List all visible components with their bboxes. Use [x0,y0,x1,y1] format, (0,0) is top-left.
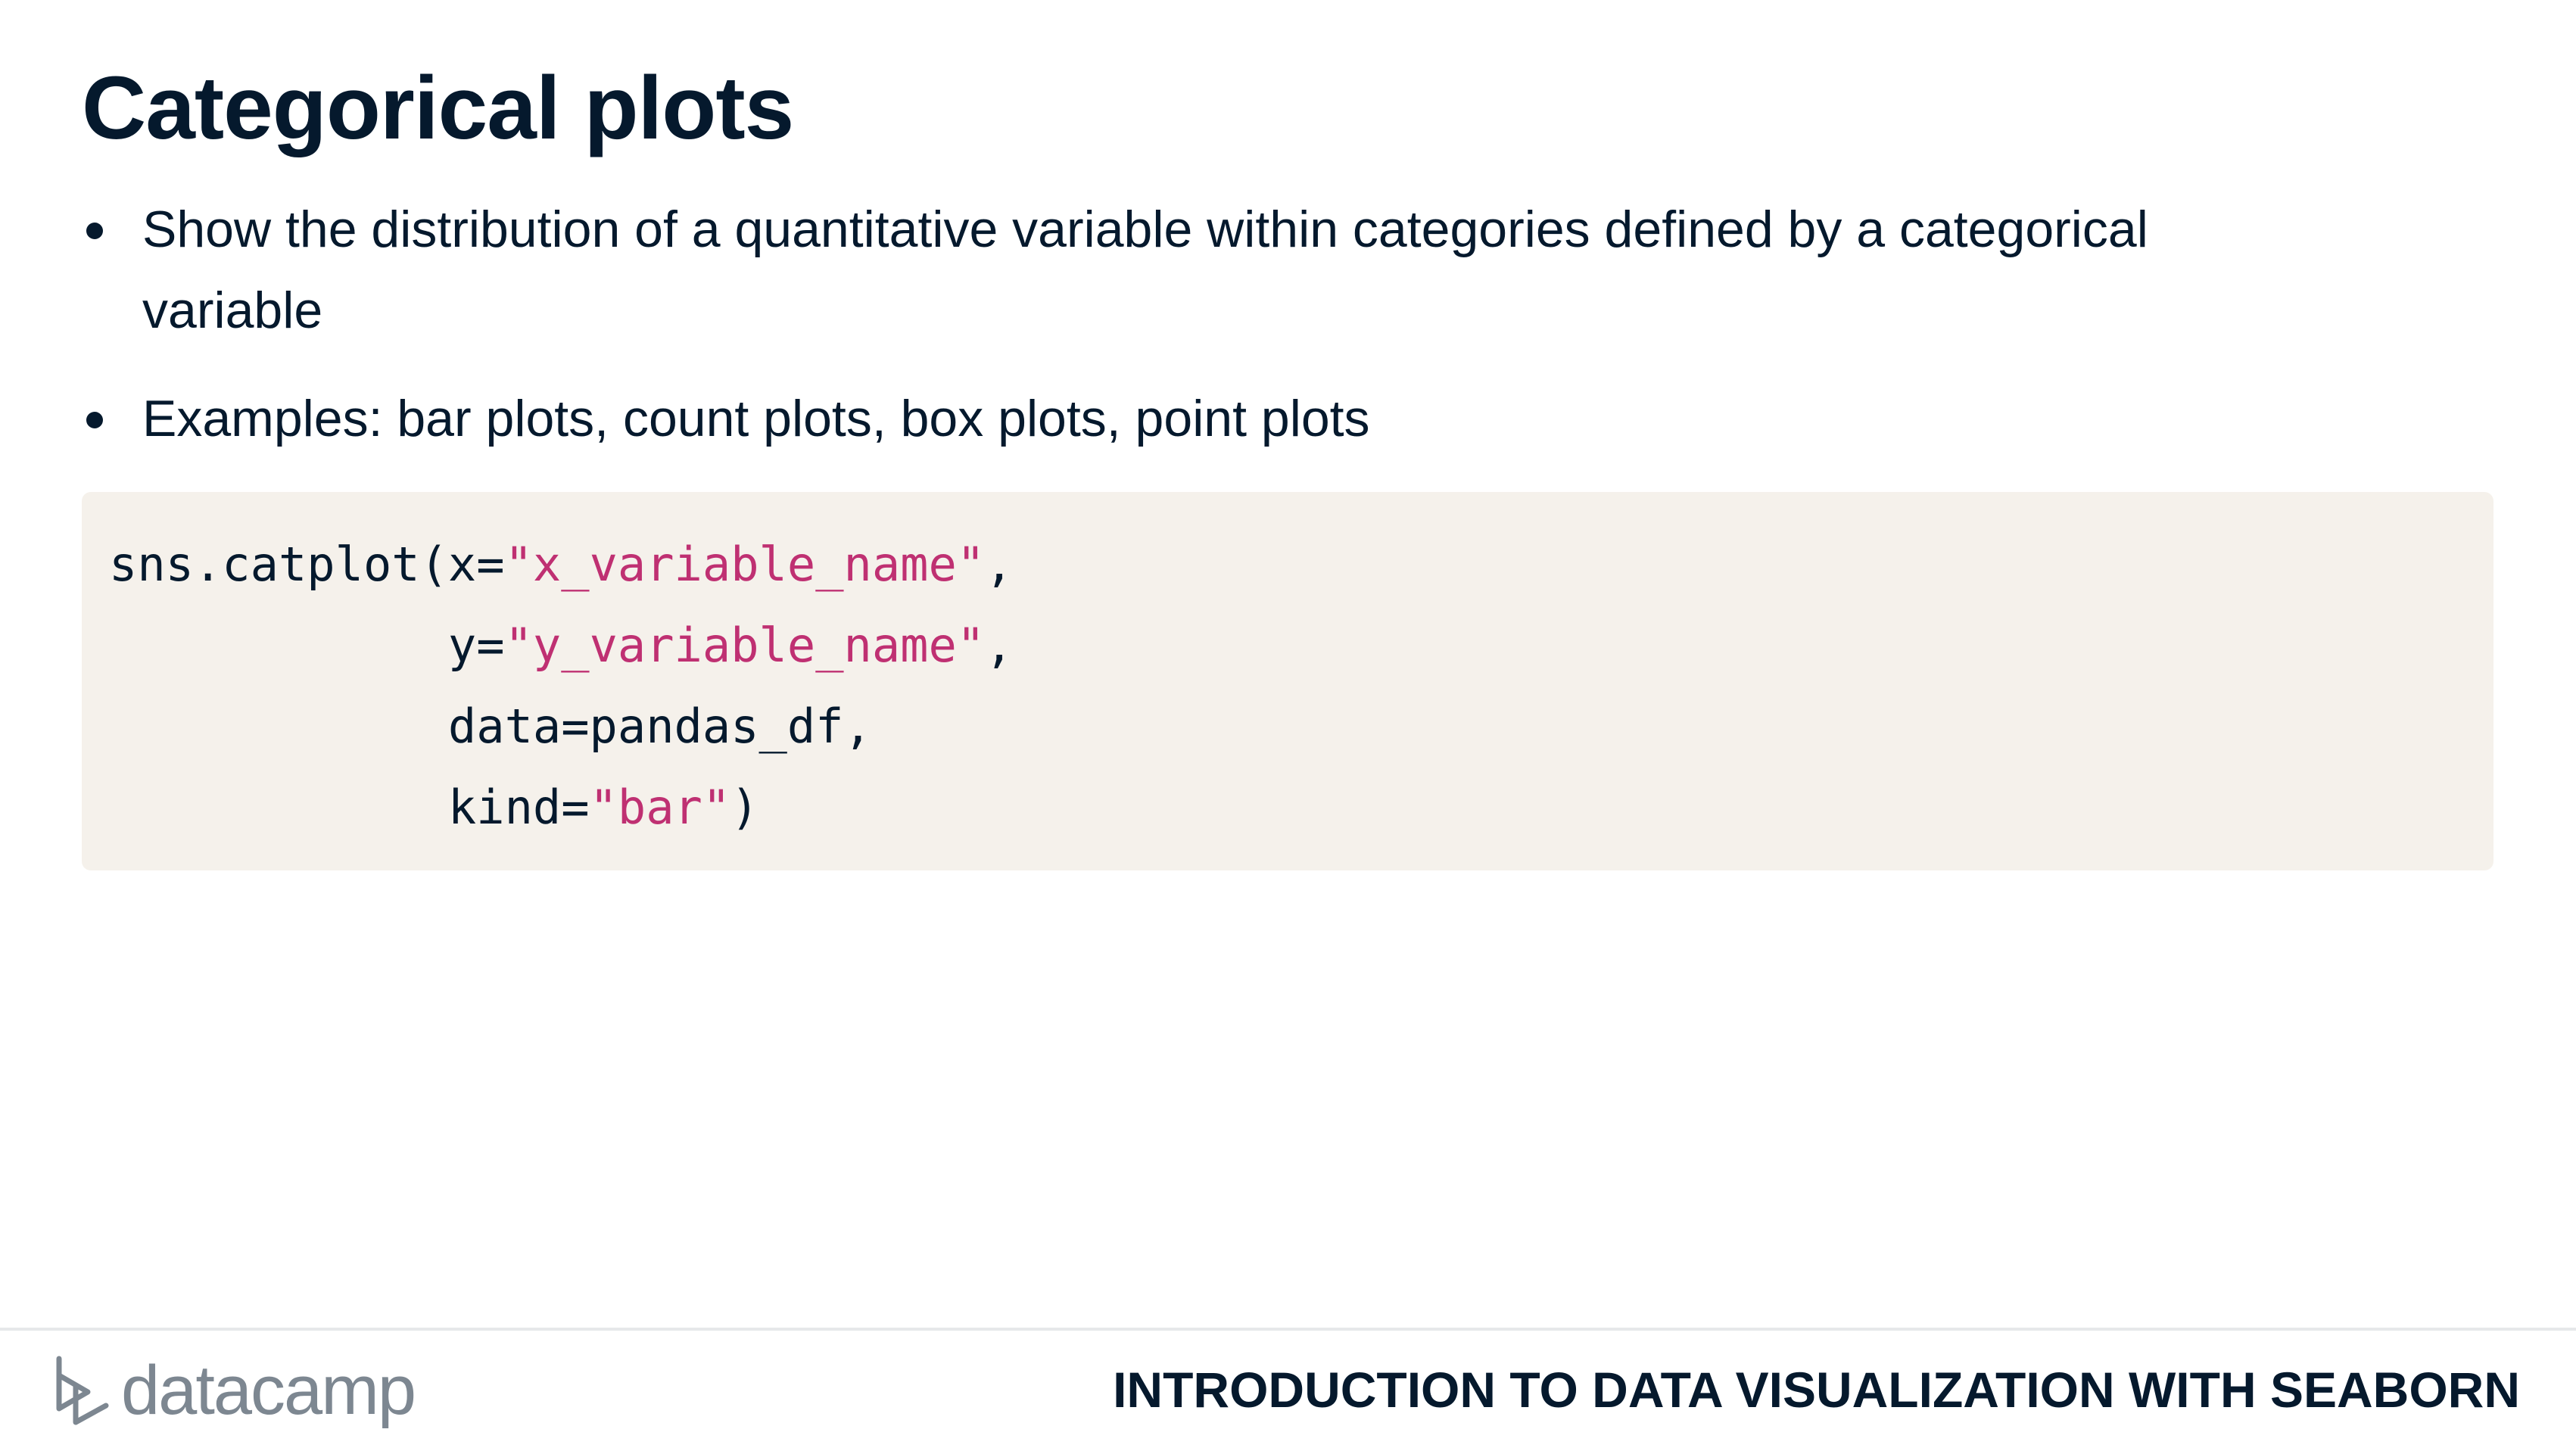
code-line: data=pandas_df, [109,686,2493,767]
code-string: "y_variable_name" [504,618,986,673]
bullet-dot-icon [86,223,103,239]
datacamp-logo-icon [56,1356,109,1425]
code-string: "x_variable_name" [504,537,986,592]
logo-wordmark: datacamp [121,1351,416,1429]
bullet-text-line: Show the distribution of a quantitative … [142,201,2148,258]
code-block: sns.catplot(x="x_variable_name", y="y_va… [82,492,2493,870]
code-token: , [985,537,1014,592]
code-token: kind= [109,780,590,835]
code-string: "bar" [589,780,731,835]
code-token: sns.catplot(x= [109,537,505,592]
bullet-item: Examples: bar plots, count plots, box pl… [82,378,2489,459]
page-title: Categorical plots [82,58,794,158]
code-line: y="y_variable_name", [109,605,2493,686]
bullet-list: Show the distribution of a quantitative … [82,189,2489,487]
datacamp-logo: datacamp [53,1349,416,1432]
code-line: kind="bar") [109,767,2493,848]
bullet-dot-icon [86,412,103,428]
bullet-text-line: variable [142,282,323,339]
footer-divider [0,1328,2576,1331]
code-token: , [985,618,1014,673]
code-token: ) [730,780,759,835]
code-line: sns.catplot(x="x_variable_name", [109,524,2493,605]
course-title: INTRODUCTION TO DATA VISUALIZATION WITH … [1113,1362,2520,1418]
code-token: y= [109,618,505,673]
code-token: data=pandas_df, [109,699,872,754]
bullet-item: Show the distribution of a quantitative … [82,189,2489,351]
bullet-text-line: Examples: bar plots, count plots, box pl… [142,390,1370,447]
